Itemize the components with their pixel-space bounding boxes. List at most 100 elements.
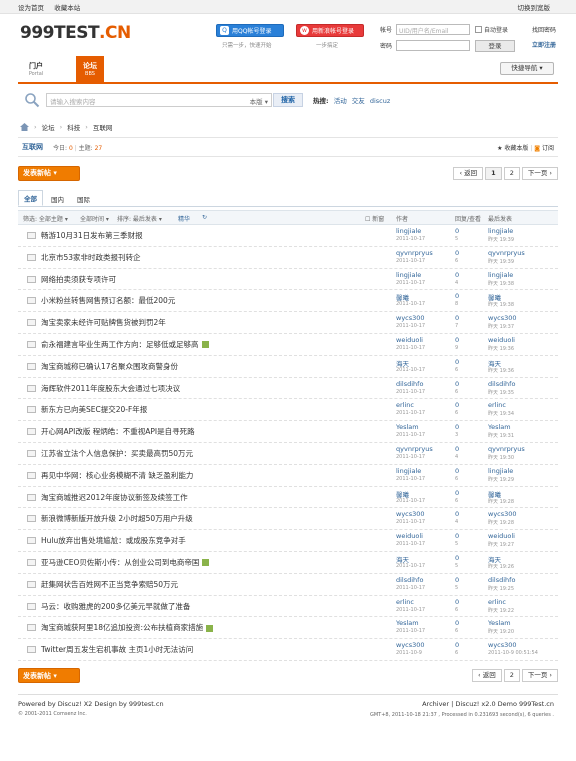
type-tab-all[interactable]: 全部 — [18, 190, 43, 206]
time-filter-dropdown[interactable]: 全部时间 ▾ — [80, 214, 109, 223]
reply-count[interactable]: 0 — [455, 271, 459, 279]
last-post-time[interactable]: 昨天 19:39 — [488, 258, 514, 265]
reply-count[interactable]: 0 — [455, 401, 459, 409]
reply-count[interactable]: 0 — [455, 314, 459, 322]
breadcrumb-item[interactable]: 科技 — [67, 122, 80, 132]
reply-count[interactable]: 0 — [455, 532, 459, 540]
home-icon[interactable] — [20, 123, 29, 131]
last-poster[interactable]: Yeslam — [488, 619, 511, 627]
new-post-button[interactable]: 发表新帖 ▾ — [18, 668, 80, 684]
reply-count[interactable]: 0 — [455, 619, 459, 627]
thread-title-link[interactable]: 畅游10月31日发布第三季财报 — [41, 230, 143, 241]
thread-title-link[interactable]: 淘宝卖家未经许可贴牌售货被判罚2年 — [41, 317, 166, 328]
username-input[interactable]: UID/用户名/Email — [396, 24, 470, 35]
last-post-time[interactable]: 昨天 19:31 — [488, 432, 514, 439]
find-password-link[interactable]: 找回密码 — [532, 25, 556, 34]
thread-author[interactable]: Yeslam — [396, 423, 419, 431]
thread-title-link[interactable]: 北京市53家非时政类报刊转企 — [41, 252, 141, 263]
refresh-icon[interactable]: ↻ — [202, 214, 207, 221]
thread-title-link[interactable]: Hulu放弃出售处境尴尬：或成股东竞争对手 — [41, 535, 186, 546]
last-poster[interactable]: qyvnrpryus — [488, 249, 525, 257]
last-poster[interactable]: lingjiale — [488, 227, 513, 235]
back-button[interactable]: ‹ 返回 — [472, 669, 502, 683]
thread-title-link[interactable]: 新浪微博新版开放升级 2小时超50万用户升级 — [41, 513, 193, 524]
last-post-time[interactable]: 昨天 19:34 — [488, 410, 514, 417]
reply-count[interactable]: 0 — [455, 380, 459, 388]
thread-title-link[interactable]: 淘宝商城推迟2012年度协议新签及续签工作 — [41, 492, 188, 503]
breadcrumb-item[interactable]: 论坛 — [42, 122, 55, 132]
reply-count[interactable]: 0 — [455, 445, 459, 453]
last-poster[interactable]: erlinc — [488, 598, 506, 606]
next-page-button[interactable]: 下一页 › — [521, 669, 558, 683]
last-post-time[interactable]: 昨天 19:36 — [488, 345, 514, 352]
thread-title-link[interactable]: 淘宝商城称已确认17名聚众围攻商警身份 — [41, 361, 178, 372]
thread-author[interactable]: Yeslam — [396, 619, 419, 627]
last-poster[interactable]: dilsdihfo — [488, 576, 515, 584]
reply-count[interactable]: 0 — [455, 292, 459, 300]
last-post-time[interactable]: 昨天 19:22 — [488, 607, 514, 614]
thread-title-link[interactable]: 小米粉丝转售网售预订名额：最低200元 — [41, 295, 175, 306]
reply-count[interactable]: 0 — [455, 467, 459, 475]
breadcrumb-item[interactable]: 互联网 — [93, 122, 113, 132]
thread-title-link[interactable]: 俞永福建言毕业生两工作方向：足够低或足够高 — [41, 339, 209, 350]
thread-author[interactable]: wycs300 — [396, 641, 425, 649]
thread-author[interactable]: dilsdihfo — [396, 576, 423, 584]
reply-count[interactable]: 0 — [455, 576, 459, 584]
last-post-time[interactable]: 昨天 19:38 — [488, 301, 514, 308]
type-tab-domestic[interactable]: 国内 — [46, 192, 69, 206]
footer-links[interactable]: Archiver | Discuz! x2.0 Demo 999Test.cn — [422, 700, 554, 708]
reply-count[interactable]: 0 — [455, 598, 459, 606]
thread-author[interactable]: weiduoli — [396, 532, 423, 540]
search-scope-select[interactable]: 本版 ▾ — [250, 96, 268, 106]
register-link[interactable]: 立即注册 — [532, 40, 556, 49]
favorite-forum-link[interactable]: ★ 收藏本版 — [497, 145, 528, 152]
thread-title-link[interactable]: 新东方已向美SEC提交20-F年报 — [41, 404, 147, 415]
thread-author[interactable]: lingjiale — [396, 467, 421, 475]
last-poster[interactable]: wycs300 — [488, 314, 517, 322]
thread-author[interactable]: wycs300 — [396, 510, 425, 518]
reply-count[interactable]: 0 — [455, 641, 459, 649]
last-poster[interactable]: qyvnrpryus — [488, 445, 525, 453]
sort-dropdown[interactable]: 排序: 最后发表 ▾ — [117, 214, 162, 223]
page-2-button[interactable]: 2 — [503, 669, 520, 683]
thread-author[interactable]: erlinc — [396, 401, 414, 409]
thread-author[interactable]: lingjiale — [396, 227, 421, 235]
hot-search-link[interactable]: 活动 — [334, 97, 347, 105]
last-poster[interactable]: dilsdihfo — [488, 380, 515, 388]
thread-author[interactable]: erlinc — [396, 598, 414, 606]
reply-count[interactable]: 0 — [455, 336, 459, 344]
thread-author[interactable]: qyvnrpryus — [396, 445, 433, 453]
hot-search-link[interactable]: discuz — [370, 97, 390, 105]
next-page-button[interactable]: 下一页 › — [521, 166, 558, 180]
search-input[interactable]: 请输入搜索内容 本版 ▾ — [46, 93, 272, 107]
set-home-link[interactable]: 设为首页 — [18, 4, 44, 12]
bookmark-link[interactable]: 收藏本站 — [54, 4, 80, 12]
reply-count[interactable]: 0 — [455, 227, 459, 235]
digest-filter[interactable]: 精华 — [178, 214, 190, 223]
new-window-checkbox[interactable]: ☐ 新窗 — [365, 214, 384, 223]
quick-nav-button[interactable]: 快捷导航 ▾ — [500, 62, 554, 75]
last-poster[interactable]: weiduoli — [488, 532, 515, 540]
thread-title-link[interactable]: 网络拍卖须获专项许可 — [41, 274, 116, 285]
last-post-time[interactable]: 昨天 19:26 — [488, 563, 514, 570]
last-post-time[interactable]: 昨天 19:27 — [488, 541, 514, 548]
site-logo[interactable]: 999TEST.CN — [20, 23, 131, 43]
type-tab-international[interactable]: 国际 — [72, 192, 95, 206]
last-post-time[interactable]: 昨天 19:36 — [488, 367, 514, 374]
new-post-button[interactable]: 发表新帖 ▾ — [18, 165, 80, 181]
last-post-time[interactable]: 昨天 19:37 — [488, 323, 514, 330]
thread-author[interactable]: wycs300 — [396, 314, 425, 322]
last-post-time[interactable]: 2011-10-9 00:51:54 — [488, 650, 538, 656]
thread-title-link[interactable]: Twitter周五发生宕机事故 主页1小时无法访问 — [41, 644, 193, 655]
page-2-button[interactable]: 2 — [503, 166, 520, 180]
reply-count[interactable]: 0 — [455, 249, 459, 257]
password-input[interactable] — [396, 40, 470, 51]
login-button[interactable]: 登录 — [475, 39, 515, 52]
thread-title-link[interactable]: 马云：收购雅虎的200多亿美元早就做了准备 — [41, 601, 190, 612]
last-poster[interactable]: lingjiale — [488, 271, 513, 279]
reply-count[interactable]: 0 — [455, 489, 459, 497]
thread-title-link[interactable]: 开心网API改版 程炳皓：不重视API是自寻死路 — [41, 426, 195, 437]
last-post-time[interactable]: 昨天 19:20 — [488, 628, 514, 635]
thread-author[interactable]: qyvnrpryus — [396, 249, 433, 257]
thread-title-link[interactable]: 江苏省立法个人信息保护：买卖最高罚50万元 — [41, 448, 193, 459]
